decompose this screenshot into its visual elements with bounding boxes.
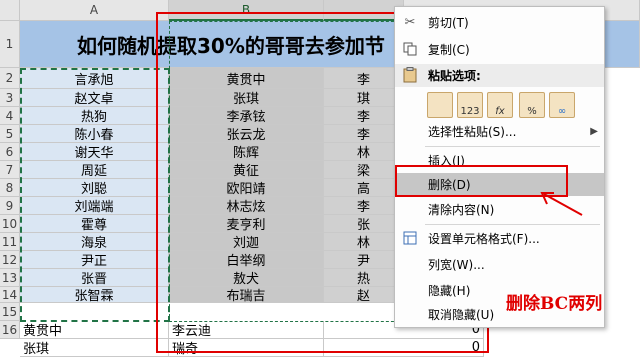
menu-label-cut: 剪切(T) bbox=[428, 16, 469, 30]
row-header[interactable]: 5 bbox=[0, 125, 20, 143]
row-header[interactable]: 12 bbox=[0, 251, 20, 269]
menu-label-clear: 清除内容(N) bbox=[428, 203, 495, 217]
cell-a15[interactable]: 黄贯中 bbox=[20, 321, 169, 339]
menu-item-column-width[interactable]: 列宽(W)... bbox=[395, 253, 604, 276]
row-header[interactable]: 9 bbox=[0, 197, 20, 215]
paste-link-icon[interactable]: ∞ bbox=[549, 92, 575, 118]
row-header[interactable]: 1 bbox=[0, 21, 20, 68]
annotation-arrow bbox=[540, 192, 583, 216]
menu-item-cut[interactable]: ✂ 剪切(T) bbox=[395, 11, 604, 34]
menu-separator bbox=[425, 224, 600, 225]
menu-label-column-width: 列宽(W)... bbox=[428, 258, 485, 272]
row-header[interactable]: 11 bbox=[0, 233, 20, 251]
menu-label-copy: 复制(C) bbox=[428, 43, 470, 57]
row-header[interactable]: 2 bbox=[0, 68, 20, 89]
row-header[interactable]: 15 bbox=[0, 303, 20, 321]
select-all-corner[interactable] bbox=[0, 0, 20, 21]
clipboard-icon bbox=[402, 67, 418, 83]
row-header[interactable]: 8 bbox=[0, 179, 20, 197]
row-header[interactable]: 3 bbox=[0, 89, 20, 107]
menu-label-paste-options: 粘贴选项: bbox=[428, 69, 481, 83]
menu-item-format-cells[interactable]: 设置单元格格式(F)... bbox=[395, 227, 604, 250]
scissors-icon: ✂ bbox=[404, 14, 416, 30]
row-header[interactable]: 14 bbox=[0, 287, 20, 303]
row-header[interactable]: 13 bbox=[0, 269, 20, 287]
paste-formulas-icon[interactable]: fx bbox=[487, 92, 513, 118]
column-header-a[interactable]: A bbox=[20, 0, 169, 21]
copy-icon bbox=[402, 41, 418, 57]
row-header[interactable]: 6 bbox=[0, 143, 20, 161]
format-cells-icon bbox=[402, 230, 418, 246]
menu-separator bbox=[425, 146, 600, 147]
menu-label-hide: 隐藏(H) bbox=[428, 284, 471, 298]
menu-item-paste-special[interactable]: 选择性粘贴(S)... ▶ bbox=[395, 120, 604, 143]
menu-label-paste-special: 选择性粘贴(S)... bbox=[428, 125, 517, 139]
row-header[interactable]: 7 bbox=[0, 161, 20, 179]
menu-label-format-cells: 设置单元格格式(F)... bbox=[428, 232, 540, 246]
row-header[interactable]: 4 bbox=[0, 107, 20, 125]
paste-values-icon[interactable]: 123 bbox=[457, 92, 483, 118]
annotation-text: 删除BC两列 bbox=[506, 294, 603, 314]
paste-formatting-icon[interactable]: % bbox=[519, 92, 545, 118]
menu-header-paste-options: 粘贴选项: bbox=[395, 64, 604, 87]
row-header[interactable]: 10 bbox=[0, 215, 20, 233]
copy-marquee bbox=[20, 68, 170, 322]
cell-a16[interactable]: 张琪 bbox=[20, 339, 169, 357]
paste-icon[interactable] bbox=[427, 92, 453, 118]
menu-item-copy[interactable]: 复制(C) bbox=[395, 38, 604, 61]
row-header[interactable]: 16 bbox=[0, 321, 20, 339]
submenu-arrow-icon: ▶ bbox=[590, 126, 598, 137]
menu-label-unhide: 取消隐藏(U) bbox=[428, 308, 495, 322]
